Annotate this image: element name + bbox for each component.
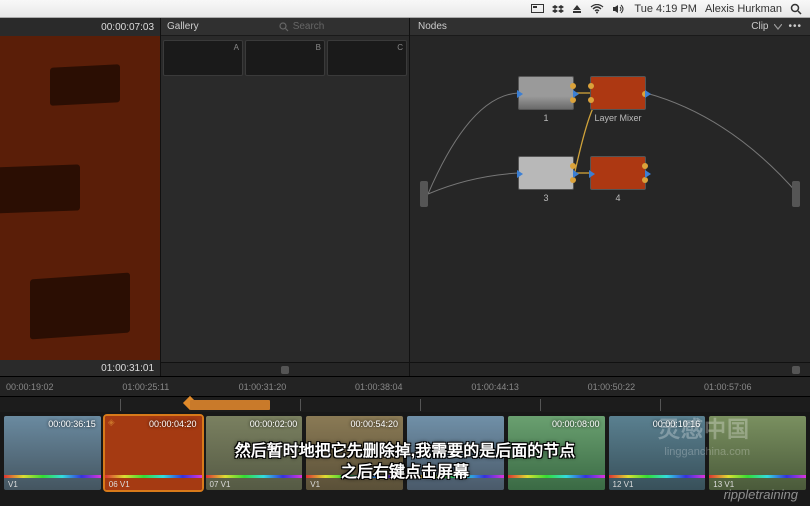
gallery-search[interactable]: Search	[279, 21, 325, 32]
gallery-footer	[161, 362, 409, 376]
ruler-tc-6: 01:00:57:06	[704, 382, 804, 392]
nodes-header: Nodes Clip •••	[410, 18, 810, 36]
ruler-tc-2: 01:00:31:20	[239, 382, 339, 392]
node-label: 3	[518, 193, 574, 203]
menubar-user[interactable]: Alexis Hurkman	[705, 3, 782, 15]
ruler-tc-3: 01:00:38:04	[355, 382, 455, 392]
playhead-range[interactable]	[190, 400, 270, 410]
gallery-still-c[interactable]: C	[327, 40, 407, 76]
wifi-icon	[590, 4, 604, 14]
viewer-header: 00:00:07:03	[0, 18, 160, 36]
nodes-title: Nodes	[418, 21, 447, 32]
ruler-tc-1: 01:00:25:11	[122, 382, 222, 392]
viewer-footer: 01:00:31:01	[0, 360, 160, 376]
node-label: Layer Mixer	[590, 113, 646, 123]
gallery-resize-handle[interactable]	[281, 366, 289, 374]
viewer-tc-out: 01:00:31:01	[101, 363, 154, 374]
volume-icon	[612, 4, 624, 14]
nodes-menu[interactable]: Clip	[751, 21, 768, 32]
node-4[interactable]: 4	[590, 156, 646, 203]
search-placeholder: Search	[293, 21, 325, 32]
viewer-panel: 00:00:07:03 01:00:31:01	[0, 18, 160, 376]
dropbox-icon	[552, 4, 564, 14]
node-graph[interactable]: 1 Layer Mixer 3 4	[410, 36, 810, 362]
node-label: 1	[518, 113, 574, 123]
gallery-header: Gallery Search	[161, 18, 409, 36]
nodes-footer	[410, 362, 810, 376]
ruler-tc-5: 01:00:50:22	[588, 382, 688, 392]
screen-icon	[531, 4, 544, 14]
node-layer-mixer[interactable]: Layer Mixer	[590, 76, 646, 123]
nodes-menu-dots[interactable]: •••	[788, 21, 802, 32]
clip-thumb[interactable]: 00:00:54:20V1	[306, 416, 403, 490]
gallery-body	[161, 80, 409, 362]
menubar-time[interactable]: Tue 4:19 PM	[634, 3, 697, 15]
spotlight-icon[interactable]	[790, 3, 802, 15]
gallery-panel: Gallery Search A B C	[160, 18, 410, 376]
graph-output-handle[interactable]	[792, 181, 800, 207]
nodes-resize-handle[interactable]	[792, 366, 800, 374]
clip-thumb-selected[interactable]: ◈00:00:04:2006 V1	[105, 416, 202, 490]
timeline-ruler[interactable]: 00:00:19:02 01:00:25:11 01:00:31:20 01:0…	[0, 376, 810, 396]
chevron-down-icon	[774, 24, 782, 30]
eject-icon	[572, 4, 582, 14]
clip-thumb[interactable]	[407, 416, 504, 490]
graph-input-handle[interactable]	[420, 181, 428, 207]
clip-thumb[interactable]: 13 V1	[709, 416, 806, 490]
menubar-status-icons	[531, 4, 624, 14]
search-icon	[279, 22, 289, 32]
clip-strip: 00:00:36:15V1 ◈00:00:04:2006 V1 00:00:02…	[0, 412, 810, 490]
ruler-tc-4: 01:00:44:13	[471, 382, 571, 392]
gallery-still-b[interactable]: B	[245, 40, 325, 76]
viewer-tc-in: 00:00:07:03	[101, 22, 154, 33]
gallery-still-a[interactable]: A	[163, 40, 243, 76]
main-panels: 00:00:07:03 01:00:31:01 Gallery Search A…	[0, 18, 810, 376]
viewer-image[interactable]	[0, 36, 160, 360]
clip-thumb[interactable]: 00:00:10:1612 V1	[609, 416, 706, 490]
gallery-thumbs: A B C	[161, 36, 409, 80]
macos-menubar: Tue 4:19 PM Alexis Hurkman	[0, 0, 810, 18]
ruler-tc-0: 00:00:19:02	[6, 382, 106, 392]
gallery-title: Gallery	[167, 21, 199, 32]
clip-thumb[interactable]: 00:00:02:0007 V1	[206, 416, 303, 490]
clip-thumb[interactable]: 00:00:08:00	[508, 416, 605, 490]
clip-flag-icon: ◈	[108, 417, 115, 428]
node-label: 4	[590, 193, 646, 203]
node-3[interactable]: 3	[518, 156, 574, 203]
timeline-track[interactable]	[0, 396, 810, 412]
nodes-panel: Nodes Clip ••• 1	[410, 18, 810, 376]
clip-thumb[interactable]: 00:00:36:15V1	[4, 416, 101, 490]
node-1[interactable]: 1	[518, 76, 574, 123]
